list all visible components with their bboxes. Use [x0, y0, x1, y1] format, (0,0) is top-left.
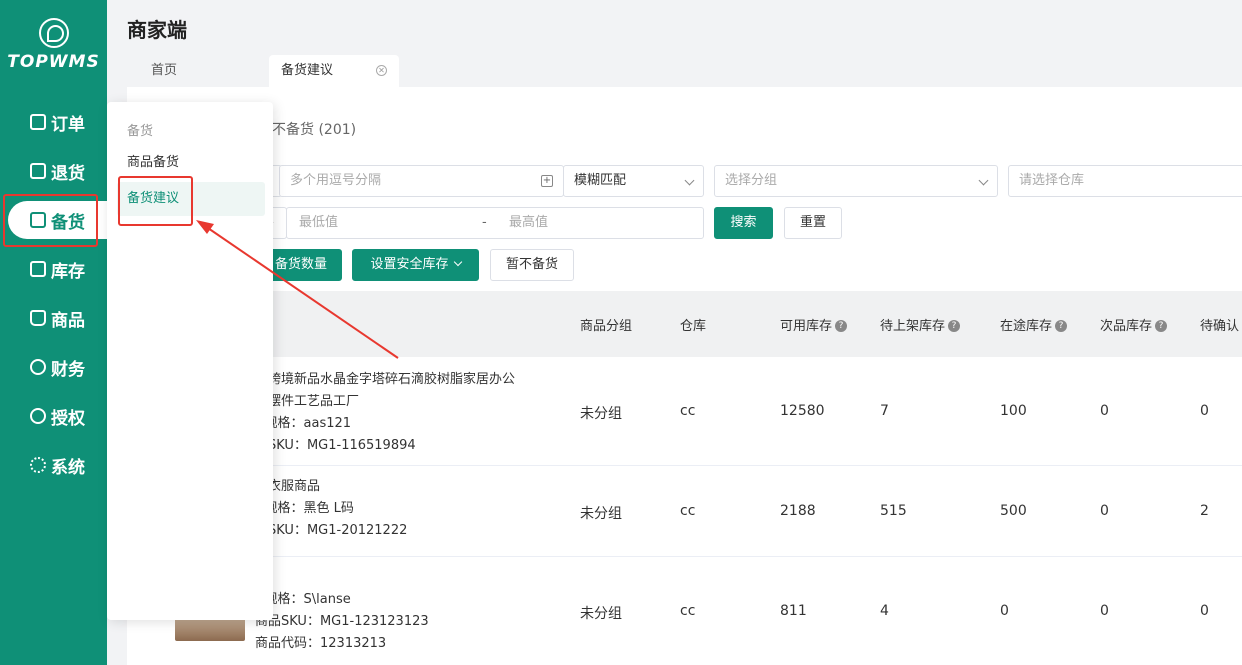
sidebar-item-finance[interactable]: 财务	[0, 348, 107, 386]
col-to-confirm: 待确认	[1200, 319, 1240, 334]
group-select[interactable]: 选择分组	[714, 165, 998, 197]
finance-icon	[30, 359, 46, 375]
product-info: 试衣服商品 U规格：黑色 L码 品SKU：MG1-20121222	[255, 479, 408, 538]
auth-icon	[30, 408, 46, 424]
product-info: 你 U规格：S\lanse 商品SKU：MG1-123123123 商品代码：1…	[255, 570, 429, 651]
help-icon[interactable]: ?	[948, 319, 961, 332]
col-pending-shelf: 待上架库存?	[880, 315, 961, 334]
table-row[interactable]: 你 U规格：S\lanse 商品SKU：MG1-123123123 商品代码：1…	[127, 557, 1242, 665]
settings-icon	[30, 457, 46, 473]
annotation-box-submenu	[118, 176, 193, 226]
search-button[interactable]: 搜索	[714, 207, 773, 239]
warehouse-select[interactable]: 请选择仓库	[1008, 165, 1242, 197]
logo: TOPWMS	[0, 18, 107, 72]
expand-input-icon[interactable]: +	[541, 175, 553, 187]
table-row[interactable]: 试衣服商品 U规格：黑色 L码 品SKU：MG1-20121222 未分组 cc…	[127, 466, 1242, 557]
chevron-down-icon	[684, 175, 695, 186]
help-icon[interactable]: ?	[1055, 319, 1068, 332]
close-icon[interactable]: ✕	[376, 65, 387, 76]
submenu-item-product-stock[interactable]: 商品备货	[117, 146, 265, 180]
sidebar: TOPWMS 订单 退货 备货 库存 商品 财务 授权 系统	[0, 0, 107, 665]
tab-home[interactable]: 首页	[151, 55, 177, 87]
col-available: 可用库存?	[780, 315, 848, 334]
col-defective: 次品库存?	[1100, 315, 1168, 334]
sidebar-item-inventory[interactable]: 库存	[0, 250, 107, 288]
page-brand: 商家端	[127, 18, 187, 42]
sidebar-item-products[interactable]: 商品	[0, 299, 107, 337]
sidebar-item-system[interactable]: 系统	[0, 446, 107, 484]
product-info: 贸跨境新品水晶金字塔碎石滴胶树脂家居办公 面摆件工艺品工厂 U规格：aas121…	[255, 372, 516, 453]
header: 商家端	[107, 0, 1242, 55]
help-icon[interactable]: ?	[835, 319, 848, 332]
return-icon	[30, 163, 46, 179]
col-warehouse: 仓库	[680, 319, 707, 334]
match-mode-select[interactable]: 模糊匹配	[563, 165, 704, 197]
max-value-input[interactable]: 最高值	[509, 208, 548, 238]
table-header: 商品分组 仓库 可用库存? 待上架库存? 在途库存? 次品库存? 待确认	[127, 291, 1242, 357]
chevron-down-icon	[978, 175, 989, 186]
inventory-icon	[30, 261, 46, 277]
tab-bar: 首页 备货建议 ✕	[127, 55, 1242, 87]
safety-stock-button[interactable]: 设置安全库存	[352, 249, 479, 281]
order-icon	[30, 114, 46, 130]
chevron-down-icon	[453, 257, 462, 267]
no-stock-button[interactable]: 暂不备货	[490, 249, 574, 281]
sidebar-item-orders[interactable]: 订单	[0, 103, 107, 141]
logo-text: TOPWMS	[7, 52, 100, 72]
col-group: 商品分组	[580, 319, 633, 334]
col-in-transit: 在途库存?	[1000, 315, 1068, 334]
tab-no-stock[interactable]: 不备货 (201)	[272, 119, 356, 139]
tab-stock-suggestion[interactable]: 备货建议 ✕	[269, 55, 399, 87]
product-icon	[30, 310, 46, 326]
submenu-title: 备货	[127, 124, 154, 139]
multi-value-input[interactable]: 多个用逗号分隔 +	[279, 165, 564, 197]
logo-icon	[38, 18, 69, 48]
sidebar-item-auth[interactable]: 授权	[0, 397, 107, 435]
reset-button[interactable]: 重置	[784, 207, 842, 239]
help-icon[interactable]: ?	[1155, 319, 1168, 332]
table-row[interactable]: 贸跨境新品水晶金字塔碎石滴胶树脂家居办公 面摆件工艺品工厂 U规格：aas121…	[127, 357, 1242, 466]
sidebar-item-returns[interactable]: 退货	[0, 152, 107, 190]
annotation-box-sidebar	[3, 194, 98, 247]
min-value-input[interactable]: 最低值	[299, 208, 338, 238]
main-panel: 不备货 (201) 多个用逗号分隔 + 模糊匹配 选择分组 请选择仓库 最低值 …	[117, 87, 1242, 665]
range-input[interactable]: 最低值 - 最高值	[286, 207, 704, 239]
